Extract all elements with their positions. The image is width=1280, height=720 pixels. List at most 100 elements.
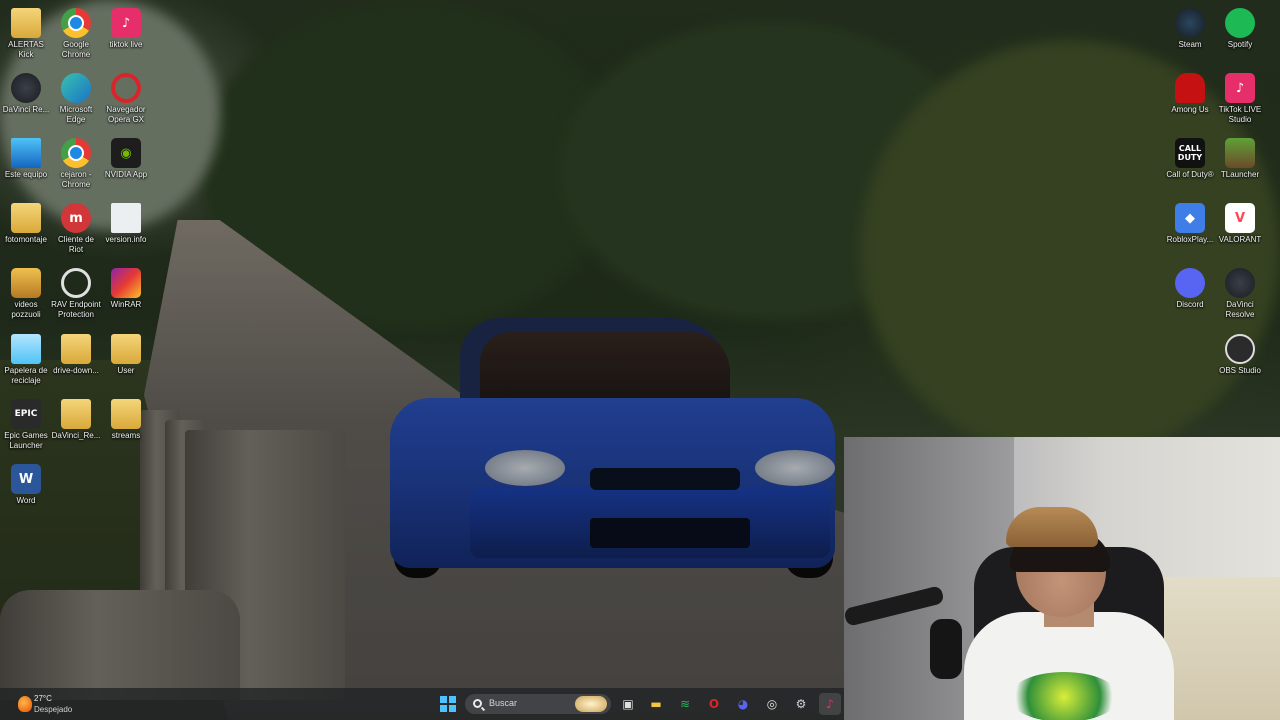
weather-condition: Despejado	[34, 705, 73, 714]
windows-logo-icon	[440, 696, 447, 703]
recycle-bin-icon	[11, 334, 41, 364]
streamer-cap	[1006, 507, 1098, 547]
opera-gx-taskbar-button[interactable]: O	[703, 693, 725, 715]
folder-icon	[111, 334, 141, 364]
desktop-icon-among-us[interactable]: Among Us	[1164, 69, 1216, 133]
desktop-icon-winrar[interactable]: WinRAR	[100, 264, 152, 328]
chrome-taskbar-button[interactable]: ◎	[761, 693, 783, 715]
word-icon: W	[11, 464, 41, 494]
desktop-icon-cliente-de-riot[interactable]: m Cliente de Riot	[50, 199, 102, 263]
desktop-icon-spotify[interactable]: Spotify	[1214, 4, 1266, 68]
obs-icon	[1225, 334, 1255, 364]
call-of-duty-icon: CALL DUTY	[1175, 138, 1205, 168]
desktop-icon-user[interactable]: User	[100, 330, 152, 394]
search-highlight-image	[575, 696, 607, 712]
this-pc-icon	[11, 138, 41, 168]
desktop-icon-davinci-resolve[interactable]: DaVinci Resolve	[1214, 264, 1266, 328]
desktop-icon-steam[interactable]: Steam	[1164, 4, 1216, 68]
spotify-icon	[1225, 8, 1255, 38]
roblox-icon: ◆	[1175, 203, 1205, 233]
riot-client-icon: m	[61, 203, 91, 233]
desktop-icon-alertas-kick[interactable]: ALERTAS Kick	[0, 4, 52, 68]
desktop-icon-fotomontaje[interactable]: fotomontaje	[0, 199, 52, 263]
shirt-print	[1009, 672, 1119, 720]
davinci-resolve-icon	[1225, 268, 1255, 298]
desktop-icon-tlauncher[interactable]: TLauncher	[1214, 134, 1266, 198]
folder-icon: ▬	[650, 697, 662, 711]
tiktok-icon: ♪	[111, 8, 141, 38]
desktop-icon-videos-pozzuoli[interactable]: videos pozzuoli	[0, 264, 52, 328]
desktop-icon-rav-endpoint[interactable]: RAV Endpoint Protection	[50, 264, 102, 328]
desktop-icon-drive-down[interactable]: drive-down...	[50, 330, 102, 394]
tiktok-icon: ♪	[1225, 73, 1255, 103]
chrome-icon	[61, 8, 91, 38]
desktop-icon-davinci-re[interactable]: DaVinci Re...	[0, 69, 52, 133]
desktop-icon-word[interactable]: W Word	[0, 460, 52, 524]
steam-icon	[1175, 8, 1205, 38]
rav-endpoint-icon	[61, 268, 91, 298]
weather-icon	[18, 696, 32, 712]
folder-icon	[11, 203, 41, 233]
desktop-icon-streams[interactable]: streams	[100, 395, 152, 459]
chrome-icon	[61, 138, 91, 168]
start-button[interactable]	[440, 696, 456, 712]
tiktok-live-taskbar-button[interactable]: ♪	[819, 693, 841, 715]
tlauncher-icon	[1225, 138, 1255, 168]
file-explorer-button[interactable]: ▬	[645, 693, 667, 715]
epic-games-icon: EPIC	[11, 399, 41, 429]
search-input[interactable]: Buscar	[465, 694, 611, 714]
desktop-icon-microsoft-edge[interactable]: Microsoft Edge	[50, 69, 102, 133]
folder-icon	[61, 399, 91, 429]
steam-taskbar-button[interactable]: ⚙	[790, 693, 812, 715]
desktop-icon-robloxplayer[interactable]: ◆ RobloxPlay...	[1164, 199, 1216, 263]
desktop-icon-google-chrome[interactable]: Google Chrome	[50, 4, 102, 68]
discord-icon: ◕	[737, 697, 749, 711]
winrar-icon	[111, 268, 141, 298]
desktop-icon-opera-gx[interactable]: Navegador Opera GX	[100, 69, 152, 133]
folder-icon	[111, 399, 141, 429]
discord-taskbar-button[interactable]: ◕	[732, 693, 754, 715]
weather-temperature: 27°C	[34, 694, 52, 703]
desktop-icon-discord[interactable]: Discord	[1164, 264, 1216, 328]
discord-icon	[1175, 268, 1205, 298]
folder-icon	[11, 8, 41, 38]
spotify-taskbar-button[interactable]: ≋	[674, 693, 696, 715]
desktop-icon-valorant[interactable]: V VALORANT	[1214, 199, 1266, 263]
webcam-overlay	[844, 437, 1280, 720]
desktop-icon-recycle-bin[interactable]: Papelera de reciclaje	[0, 330, 52, 394]
desktop-icon-este-equipo[interactable]: Este equipo	[0, 134, 52, 198]
desktop-icon-version-info[interactable]: version.info	[100, 199, 152, 263]
opera-gx-icon	[111, 73, 141, 103]
desktop-icon-obs-studio[interactable]: OBS Studio	[1214, 330, 1266, 394]
windows-logo-icon	[440, 705, 447, 712]
desktop-icon-tiktok-live-studio[interactable]: ♪ TikTok LIVE Studio	[1214, 69, 1266, 133]
windows-logo-icon	[449, 705, 456, 712]
desktop-icon-cejaron-chrome[interactable]: cejaron - Chrome	[50, 134, 102, 198]
spotify-icon: ≋	[679, 697, 691, 711]
desktop-icon-nvidia-app[interactable]: ◉ NVIDIA App	[100, 134, 152, 198]
desktop-icon-davinci-re-folder[interactable]: DaVinci_Re...	[50, 395, 102, 459]
desktop-icon-epic-games[interactable]: EPIC Epic Games Launcher	[0, 395, 52, 459]
search-placeholder: Buscar	[489, 698, 518, 708]
document-icon	[111, 203, 141, 233]
task-view-icon: ▣	[622, 697, 634, 711]
desktop-icon-call-of-duty[interactable]: CALL DUTY Call of Duty®	[1164, 134, 1216, 198]
desktop-icon-tiktok-live[interactable]: ♪ tiktok live	[100, 4, 152, 68]
valorant-icon: V	[1225, 203, 1255, 233]
search-icon	[473, 699, 482, 708]
edge-icon	[61, 73, 91, 103]
microphone	[930, 619, 962, 679]
davinci-resolve-icon	[11, 73, 41, 103]
folder-icon	[61, 334, 91, 364]
nvidia-icon: ◉	[111, 138, 141, 168]
among-us-icon	[1175, 73, 1205, 103]
weather-widget[interactable]: 27°C Despejado	[12, 692, 102, 716]
windows-logo-icon	[449, 696, 456, 703]
folder-icon	[11, 268, 41, 298]
opera-gx-icon: O	[708, 697, 720, 711]
taskbar: 27°C Despejado Buscar ▣ ▬ ≋ O ◕ ◎ ⚙ ♪	[0, 688, 844, 720]
task-view-button[interactable]: ▣	[617, 693, 639, 715]
chrome-icon: ◎	[766, 697, 778, 711]
tiktok-icon: ♪	[826, 697, 834, 711]
steam-icon: ⚙	[795, 697, 807, 711]
